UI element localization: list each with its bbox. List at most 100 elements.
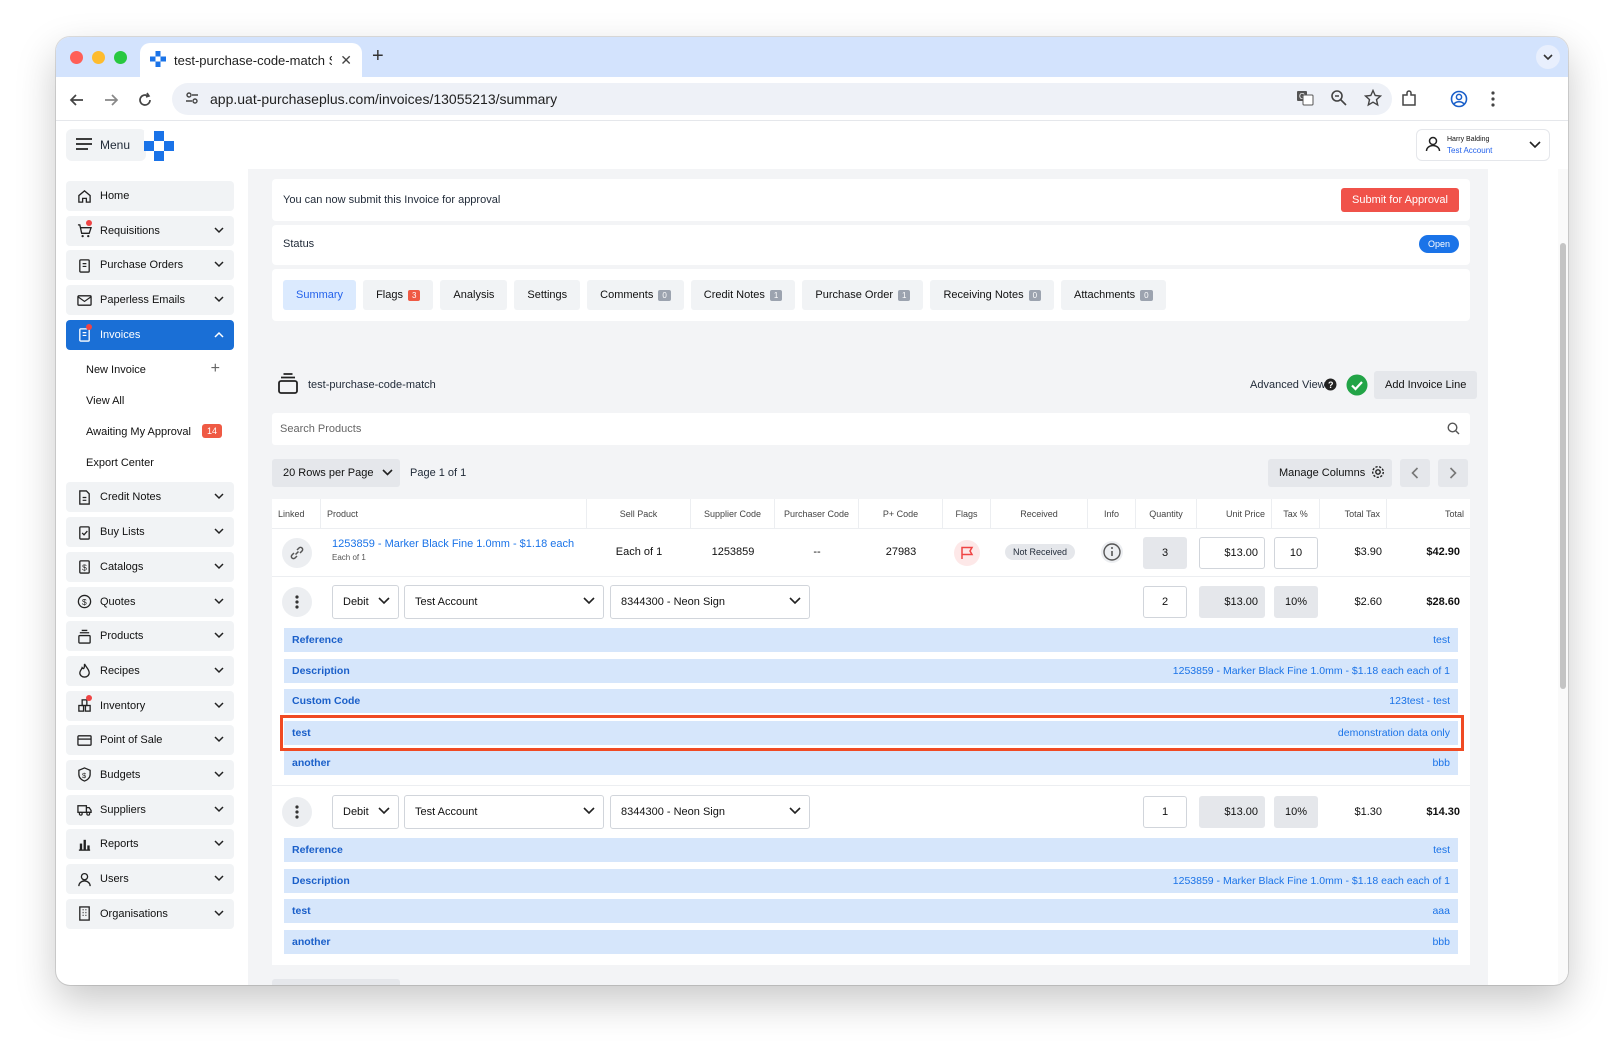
- account-select[interactable]: Test Account: [404, 585, 604, 619]
- menu-button[interactable]: Menu: [66, 129, 146, 161]
- split-quantity-input[interactable]: 2: [1143, 586, 1187, 618]
- split-field-row[interactable]: Reference test: [284, 838, 1458, 862]
- purchaseplus-logo-icon[interactable]: [144, 131, 174, 164]
- sidebar-item-inventory[interactable]: Inventory: [66, 690, 234, 721]
- info-icon[interactable]: [1100, 540, 1124, 567]
- next-page-button[interactable]: [1438, 459, 1468, 487]
- manage-columns-button[interactable]: Manage Columns: [1268, 459, 1392, 487]
- submit-for-approval-button[interactable]: Submit for Approval: [1341, 188, 1459, 212]
- sidebar-item-requisitions[interactable]: Requisitions: [66, 215, 234, 246]
- translate-icon[interactable]: G: [1296, 89, 1314, 110]
- tab-analysis[interactable]: Analysis: [440, 280, 508, 310]
- site-settings-icon[interactable]: [184, 90, 200, 109]
- split-field-row[interactable]: Description 1253859 - Marker Black Fine 1…: [284, 869, 1458, 893]
- column-header[interactable]: Quantity: [1136, 499, 1197, 529]
- split-field-row[interactable]: another bbb: [284, 930, 1458, 954]
- profile-icon[interactable]: [1448, 88, 1470, 110]
- column-header[interactable]: Unit Price: [1197, 499, 1272, 529]
- new-tab-icon[interactable]: +: [372, 45, 384, 68]
- close-tab-icon[interactable]: ✕: [340, 52, 352, 69]
- sidebar-sub-awaiting-approval[interactable]: Awaiting My Approval 14: [66, 416, 234, 447]
- tab-receiving-notes[interactable]: Receiving Notes 0: [930, 280, 1055, 310]
- page-scrollbar[interactable]: [1558, 169, 1568, 985]
- sidebar-item-users[interactable]: Users: [66, 864, 234, 894]
- sidebar-item-recipes[interactable]: Recipes: [66, 655, 234, 686]
- link-icon[interactable]: [282, 538, 312, 568]
- account-select[interactable]: Test Account: [404, 795, 604, 829]
- sidebar-item-buy-lists[interactable]: Buy Lists: [66, 517, 234, 548]
- split-field-row[interactable]: test aaa: [284, 899, 1458, 923]
- browser-menu-icon[interactable]: [1482, 88, 1504, 110]
- sidebar-item-suppliers[interactable]: Suppliers: [66, 794, 234, 825]
- more-options-icon[interactable]: [282, 587, 312, 617]
- split-field-row[interactable]: Reference test: [284, 628, 1458, 652]
- sidebar-item-point-of-sale[interactable]: Point of Sale: [66, 725, 234, 756]
- sidebar-sub-new-invoice[interactable]: New Invoice +: [66, 354, 234, 385]
- help-icon[interactable]: ?: [1324, 378, 1337, 394]
- column-header[interactable]: Total: [1387, 499, 1470, 529]
- search-products-input[interactable]: Search Products: [272, 413, 1470, 445]
- sidebar-sub-export-center[interactable]: Export Center: [66, 447, 234, 478]
- split-field-row[interactable]: Description 1253859 - Marker Black Fine 1…: [284, 659, 1458, 683]
- sidebar-item-credit-notes[interactable]: Credit Notes: [66, 482, 234, 513]
- minimize-window-button[interactable]: [92, 51, 105, 64]
- split-field-row[interactable]: another bbb: [284, 751, 1458, 775]
- sidebar-sub-view-all[interactable]: View All: [66, 385, 234, 416]
- scrollbar-thumb[interactable]: [1560, 243, 1566, 689]
- department-select[interactable]: 8344300 - Neon Sign: [610, 585, 810, 619]
- search-icon[interactable]: [1447, 422, 1460, 438]
- zoom-icon[interactable]: [1330, 89, 1348, 110]
- product-link[interactable]: 1253859 - Marker Black Fine 1.0mm - $1.1…: [332, 538, 574, 550]
- tab-attachments[interactable]: Attachments 0: [1061, 280, 1166, 310]
- department-select[interactable]: 8344300 - Neon Sign: [610, 795, 810, 829]
- column-header[interactable]: Supplier Code: [691, 499, 775, 529]
- sidebar-item-products[interactable]: Products: [66, 621, 234, 652]
- tab-purchase-order[interactable]: Purchase Order 1: [802, 280, 924, 310]
- sidebar-item-reports[interactable]: Reports: [66, 829, 234, 860]
- more-options-icon[interactable]: [282, 797, 312, 827]
- advanced-view-toggle[interactable]: [1346, 374, 1368, 399]
- sidebar-item-home[interactable]: Home: [66, 181, 234, 211]
- column-header[interactable]: P+ Code: [859, 499, 943, 529]
- sidebar-item-quotes[interactable]: $ Quotes: [66, 586, 234, 617]
- close-window-button[interactable]: [70, 51, 83, 64]
- reload-icon[interactable]: [134, 89, 156, 111]
- add-invoice-line-button[interactable]: Add Invoice Line: [1374, 371, 1478, 399]
- column-header[interactable]: Flags: [943, 499, 991, 529]
- quantity-input[interactable]: 3: [1143, 537, 1187, 569]
- forward-icon[interactable]: [100, 89, 122, 111]
- debit-credit-select[interactable]: Debit: [332, 585, 399, 619]
- prev-page-button[interactable]: [1400, 459, 1430, 487]
- sidebar-item-purchase-orders[interactable]: Purchase Orders: [66, 250, 234, 281]
- column-header[interactable]: Linked: [272, 499, 321, 529]
- split-quantity-input[interactable]: 1: [1143, 796, 1187, 828]
- user-menu[interactable]: Harry Balding Test Account: [1416, 129, 1550, 161]
- sidebar-item-budgets[interactable]: $ Budgets: [66, 759, 234, 790]
- tab-search-icon[interactable]: [1536, 45, 1560, 69]
- plus-icon[interactable]: +: [211, 360, 220, 378]
- column-header[interactable]: Product: [321, 499, 587, 529]
- bookmark-star-icon[interactable]: [1363, 88, 1383, 110]
- rows-per-page-select[interactable]: 20 Rows per Page: [272, 459, 400, 487]
- tab-flags[interactable]: Flags 3: [363, 280, 434, 310]
- split-field-row[interactable]: Custom Code 123test - test: [284, 689, 1458, 713]
- column-header[interactable]: Info: [1088, 499, 1136, 529]
- maximize-window-button[interactable]: [114, 51, 127, 64]
- tax-input[interactable]: 10: [1274, 537, 1318, 569]
- sidebar-item-invoices[interactable]: Invoices: [66, 319, 234, 350]
- tab-summary[interactable]: Summary: [283, 280, 357, 310]
- unit-price-input[interactable]: $13.00: [1199, 537, 1265, 569]
- back-icon[interactable]: [66, 89, 88, 111]
- column-header[interactable]: Sell Pack: [587, 499, 691, 529]
- column-header[interactable]: Total Tax: [1320, 499, 1387, 529]
- column-header[interactable]: Tax %: [1272, 499, 1320, 529]
- sidebar-item-organisations[interactable]: Organisations: [66, 898, 234, 929]
- sidebar-item-paperless-emails[interactable]: Paperless Emails: [66, 285, 234, 316]
- column-header[interactable]: Purchaser Code: [775, 499, 859, 529]
- flag-icon[interactable]: [954, 540, 980, 566]
- tab-settings[interactable]: Settings: [514, 280, 581, 310]
- address-bar[interactable]: app.uat-purchaseplus.com/invoices/130552…: [172, 83, 1392, 115]
- tab-comments[interactable]: Comments 0: [587, 280, 684, 310]
- extensions-icon[interactable]: [1398, 88, 1420, 110]
- sidebar-item-catalogs[interactable]: $ Catalogs: [66, 551, 234, 582]
